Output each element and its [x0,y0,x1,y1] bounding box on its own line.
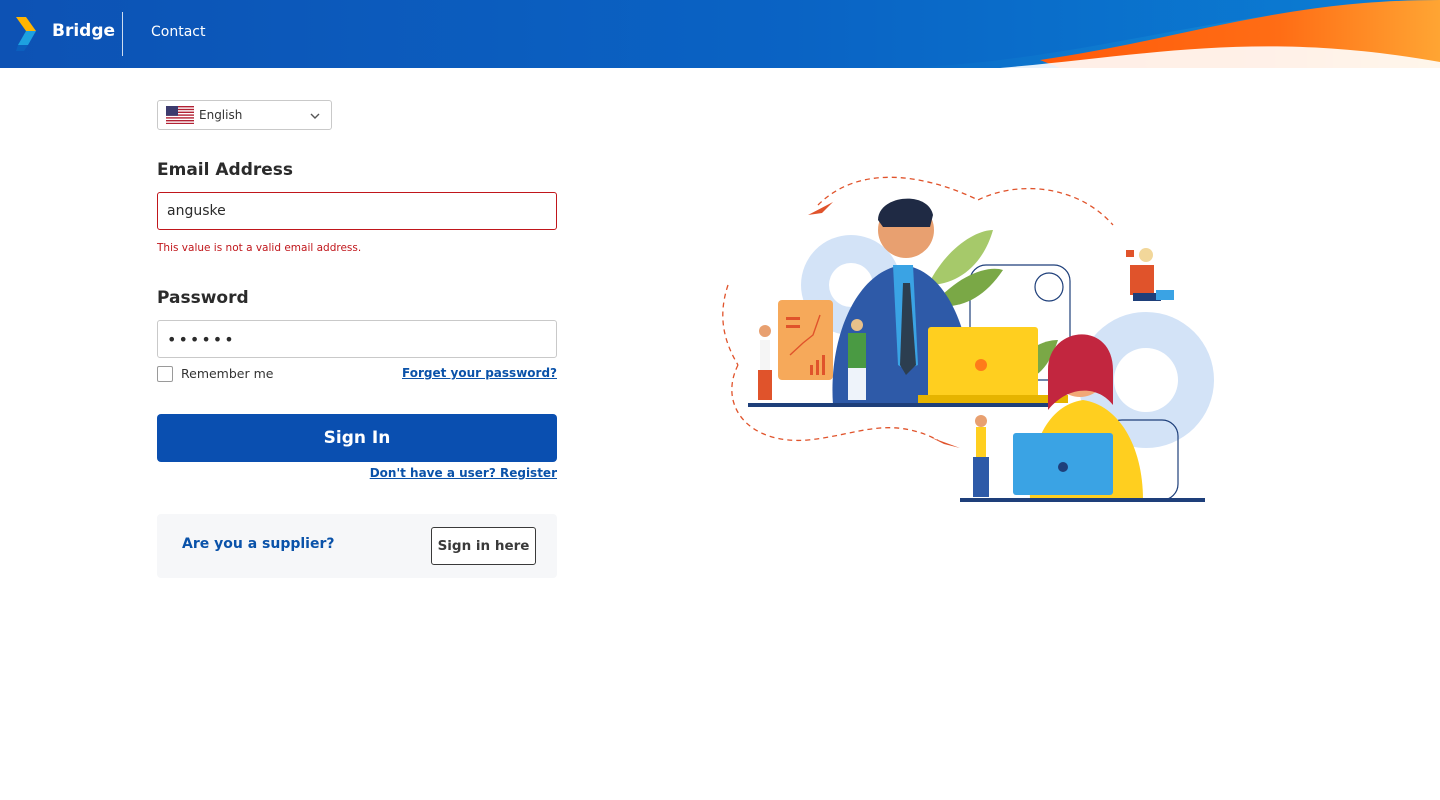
brand-name[interactable]: Bridge [52,21,115,41]
us-flag-icon [166,106,194,124]
header-wave-decoration [900,0,1440,68]
supplier-question: Are you a supplier? [182,536,335,552]
remember-me-checkbox[interactable] [157,366,173,382]
chevron-down-icon [310,113,320,119]
email-field[interactable] [157,192,557,230]
language-label: English [199,108,243,122]
forgot-password-link[interactable]: Forget your password? [402,366,557,380]
bridge-logo-icon [16,17,36,51]
register-link[interactable]: Don't have a user? Register [370,466,557,480]
email-error-message: This value is not a valid email address. [157,242,362,254]
supplier-sign-in-button[interactable]: Sign in here [431,527,536,565]
language-select[interactable]: English [157,100,332,130]
password-label: Password [157,288,249,308]
sign-in-button[interactable]: Sign In [157,414,557,462]
remember-me-label[interactable]: Remember me [181,366,273,381]
password-field[interactable] [157,320,557,358]
supplier-panel: Are you a supplier? Sign in here [157,514,557,578]
office-workers-illustration [722,176,1214,502]
email-label: Email Address [157,160,294,180]
top-header: Bridge Contact [0,0,1440,68]
nav-contact-link[interactable]: Contact [151,24,205,40]
header-divider [122,12,123,56]
